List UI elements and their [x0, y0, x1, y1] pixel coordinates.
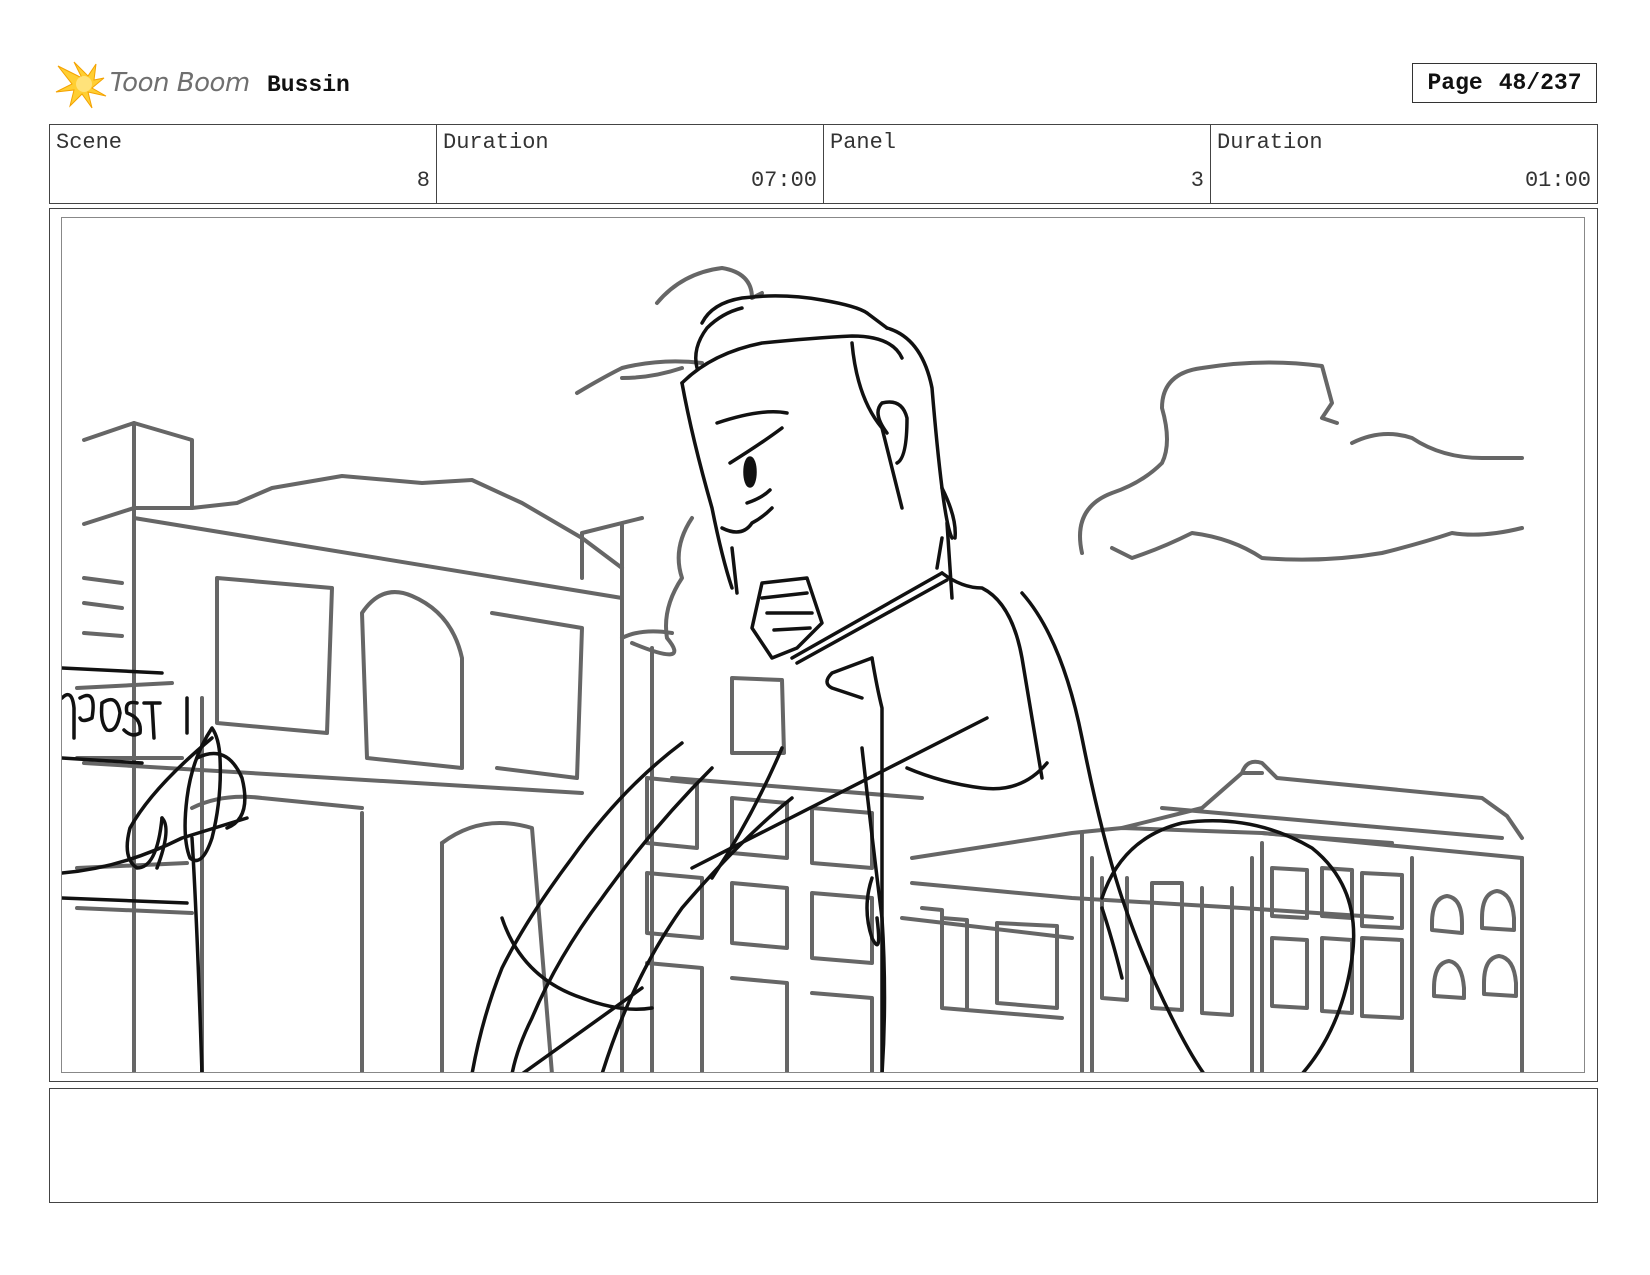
- panel-image-frame: [61, 217, 1585, 1073]
- scene-duration-value: 07:00: [750, 168, 817, 193]
- character-sketch: [62, 294, 1356, 1072]
- panel-duration-cell: Duration 01:00: [1211, 125, 1597, 203]
- page-indicator: Page 48/237: [1412, 63, 1597, 103]
- panel-value: 3: [1190, 168, 1204, 193]
- scene-cell: Scene 8: [50, 125, 437, 203]
- starburst-logo-icon: [55, 61, 107, 109]
- toon-boom-logo: Toon Boom: [52, 56, 252, 112]
- panel-notes-box[interactable]: [49, 1088, 1598, 1203]
- panel-cell: Panel 3: [824, 125, 1211, 203]
- scene-value: 8: [416, 168, 430, 193]
- panel-sketch: [62, 266, 1524, 1072]
- panel-duration-label: Duration: [1217, 130, 1323, 155]
- scene-duration-cell: Duration 07:00: [437, 125, 824, 203]
- page-label: Page: [1427, 70, 1483, 96]
- logo-text: Toon Boom: [110, 68, 250, 98]
- background-buildings-sketch: [75, 266, 1524, 1072]
- scene-info-row: Scene 8 Duration 07:00 Panel 3 Duration …: [49, 124, 1598, 204]
- storyboard-panel: [49, 208, 1598, 1082]
- header: Toon Boom Bussin: [52, 56, 1602, 112]
- project-title: Bussin: [267, 72, 350, 98]
- page-number: 48/237: [1498, 70, 1582, 96]
- panel-label: Panel: [830, 130, 897, 155]
- scene-label: Scene: [56, 130, 123, 155]
- scene-duration-label: Duration: [443, 130, 549, 155]
- panel-duration-value: 01:00: [1524, 168, 1591, 193]
